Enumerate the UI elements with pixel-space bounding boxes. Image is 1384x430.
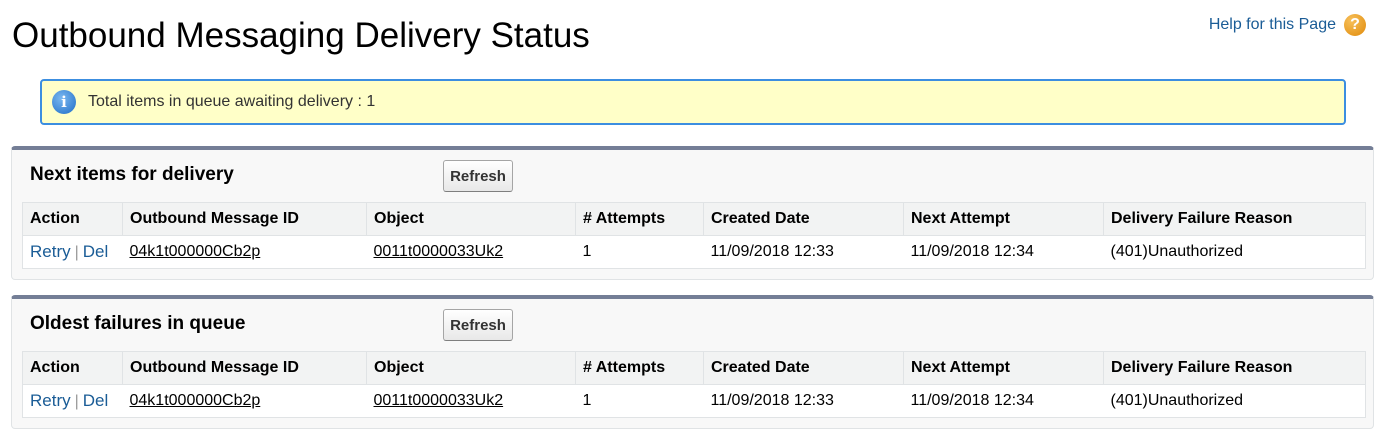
message-id-link[interactable]: 04k1t000000Cb2p bbox=[130, 243, 261, 260]
failure-reason-cell: (401)Unauthorized bbox=[1103, 384, 1366, 418]
column-header-attempts: # Attempts bbox=[575, 202, 704, 236]
oldest-failures-table: Action Outbound Message ID Object # Atte… bbox=[22, 351, 1366, 418]
object-cell: 0011t0000033Uk2 bbox=[366, 384, 576, 418]
table-header-row: Action Outbound Message ID Object # Atte… bbox=[22, 351, 1366, 385]
column-header-next-attempt: Next Attempt bbox=[903, 202, 1104, 236]
column-header-created-date: Created Date bbox=[703, 202, 904, 236]
action-separator: | bbox=[74, 393, 79, 410]
message-id-link[interactable]: 04k1t000000Cb2p bbox=[130, 392, 261, 409]
next-attempt-cell: 11/09/2018 12:34 bbox=[903, 384, 1104, 418]
attempts-cell: 1 bbox=[575, 235, 704, 269]
retry-link[interactable]: Retry bbox=[30, 242, 71, 261]
oldest-failures-panel: Oldest failures in queue Refresh Action … bbox=[11, 295, 1374, 429]
message-id-cell: 04k1t000000Cb2p bbox=[122, 384, 367, 418]
column-header-object: Object bbox=[366, 351, 576, 385]
action-cell: Retry | Del bbox=[22, 384, 123, 418]
column-header-created-date: Created Date bbox=[703, 351, 904, 385]
attempts-cell: 1 bbox=[575, 384, 704, 418]
column-header-message-id: Outbound Message ID bbox=[122, 202, 367, 236]
action-separator: | bbox=[74, 244, 79, 261]
panel-title: Oldest failures in queue bbox=[30, 313, 246, 334]
table-row: Retry | Del 04k1t000000Cb2p 0011t0000033Uk… bbox=[22, 384, 1366, 418]
column-header-action: Action bbox=[22, 202, 123, 236]
column-header-action: Action bbox=[22, 351, 123, 385]
next-items-panel: Next items for delivery Refresh Action O… bbox=[11, 146, 1374, 280]
next-attempt-cell: 11/09/2018 12:34 bbox=[903, 235, 1104, 269]
queue-info-text: Total items in queue awaiting delivery :… bbox=[88, 93, 376, 110]
failure-reason-cell: (401)Unauthorized bbox=[1103, 235, 1366, 269]
retry-link[interactable]: Retry bbox=[30, 391, 71, 410]
delete-link[interactable]: Del bbox=[83, 242, 109, 261]
column-header-attempts: # Attempts bbox=[575, 351, 704, 385]
object-cell: 0011t0000033Uk2 bbox=[366, 235, 576, 269]
refresh-button[interactable]: Refresh bbox=[443, 309, 513, 341]
page-title: Outbound Messaging Delivery Status bbox=[12, 16, 590, 55]
created-date-cell: 11/09/2018 12:33 bbox=[703, 384, 904, 418]
next-items-table: Action Outbound Message ID Object # Atte… bbox=[22, 202, 1366, 269]
table-row: Retry | Del 04k1t000000Cb2p 0011t0000033Uk… bbox=[22, 235, 1366, 269]
column-header-object: Object bbox=[366, 202, 576, 236]
help-question-icon[interactable]: ? bbox=[1344, 14, 1366, 36]
delete-link[interactable]: Del bbox=[83, 391, 109, 410]
column-header-next-attempt: Next Attempt bbox=[903, 351, 1104, 385]
panel-title: Next items for delivery bbox=[30, 164, 234, 185]
column-header-failure-reason: Delivery Failure Reason bbox=[1103, 202, 1366, 236]
queue-info-message: i Total items in queue awaiting delivery… bbox=[40, 79, 1346, 125]
created-date-cell: 11/09/2018 12:33 bbox=[703, 235, 904, 269]
refresh-button[interactable]: Refresh bbox=[443, 160, 513, 192]
help-link-label[interactable]: Help for this Page bbox=[1209, 16, 1336, 34]
object-link[interactable]: 0011t0000033Uk2 bbox=[374, 243, 504, 260]
message-id-cell: 04k1t000000Cb2p bbox=[122, 235, 367, 269]
object-link[interactable]: 0011t0000033Uk2 bbox=[374, 392, 504, 409]
info-icon: i bbox=[52, 90, 76, 114]
help-link[interactable]: Help for this Page ? bbox=[1209, 14, 1366, 36]
table-header-row: Action Outbound Message ID Object # Atte… bbox=[22, 202, 1366, 236]
column-header-failure-reason: Delivery Failure Reason bbox=[1103, 351, 1366, 385]
column-header-message-id: Outbound Message ID bbox=[122, 351, 367, 385]
action-cell: Retry | Del bbox=[22, 235, 123, 269]
